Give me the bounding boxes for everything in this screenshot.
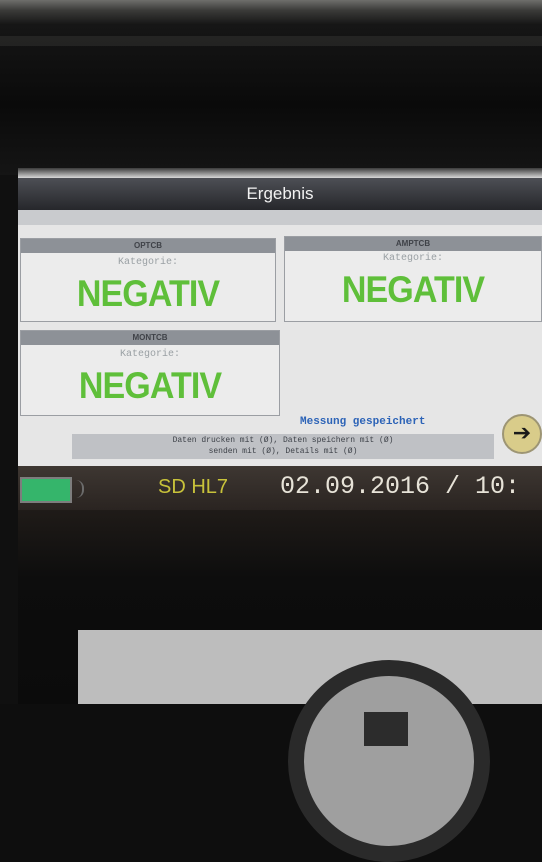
panel-2-header: AMPTCB [285,237,541,251]
arrow-right-icon: ➔ [512,420,532,445]
window-title: Ergebnis [18,178,542,210]
sd-hl7-indicator: SD HL7 [158,476,229,498]
device-bezel-lip [0,36,542,46]
panel-1-category-label: Kategorie: [117,257,178,268]
status-bar: SD HL7 02.09.2016 / 10: [18,466,542,510]
panel-3-result: NEGATIV [78,365,222,406]
panel-3-category-label: Kategorie: [119,349,180,360]
result-panel-2: AMPTCB Kategorie: NEGATIV [284,236,542,322]
result-panel-1: OPTCB Kategorie: NEGATIV [20,238,276,322]
panel-2-result: NEGATIV [341,269,485,310]
next-button[interactable]: ➔ [502,414,542,454]
hint-line-1: Daten drucken mit (Ø), Daten speichern m… [172,436,394,445]
panel-2-category-label: Kategorie: [382,253,443,264]
panel-1-result: NEGATIV [76,273,220,314]
device-lower-body [18,510,542,862]
battery-icon [20,477,72,503]
subtab-strip [18,210,542,225]
hint-line-2: senden mit (Ø), Details mit (Ø) [208,447,358,456]
date-time: 02.09.2016 / 10: [280,472,521,501]
knob-center [364,712,408,746]
battery-cap [72,480,84,498]
result-screen: Ergebnis OPTCB Kategorie: NEGATIV AMPTCB… [18,178,542,466]
device-knob [288,660,490,862]
device-bezel-top [0,0,542,175]
hint-box: Daten drucken mit (Ø), Daten speichern m… [72,434,494,459]
saved-status-message: Messung gespeichert [300,416,426,428]
device-panel [78,630,542,704]
result-panel-3: MONTCB Kategorie: NEGATIV [20,330,280,416]
screen-edge [18,168,542,178]
panel-1-header: OPTCB [21,239,275,253]
panel-3-header: MONTCB [21,331,279,345]
